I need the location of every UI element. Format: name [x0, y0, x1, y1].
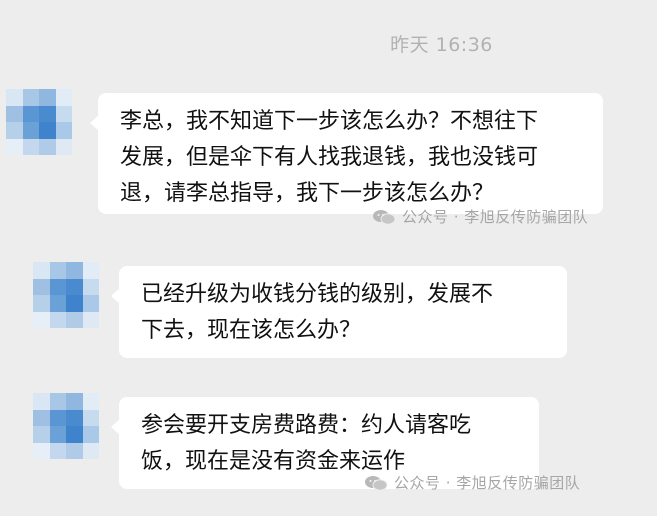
watermark: 公众号 · 李旭反传防骗团队: [364, 472, 580, 493]
wechat-official-account-icon: [373, 209, 396, 225]
message-text: 李总，我不知道下一步该怎么办？不想往下 发展，但是伞下有人找我退钱，我也没钱可 …: [120, 109, 539, 206]
watermark: 公众号 · 李旭反传防骗团队: [372, 206, 588, 227]
message-bubble[interactable]: 李总，我不知道下一步该怎么办？不想往下 发展，但是伞下有人找我退钱，我也没钱可 …: [90, 93, 603, 214]
watermark-text: 公众号 · 李旭反传防骗团队: [402, 208, 589, 226]
message-text: 已经升级为收钱分钱的级别，发展不 下去，现在该怎么办？: [141, 282, 494, 343]
wechat-official-account-icon: [365, 475, 388, 491]
message-bubble[interactable]: 已经升级为收钱分钱的级别，发展不 下去，现在该怎么办？: [111, 266, 567, 358]
watermark-text: 公众号 · 李旭反传防骗团队: [394, 474, 581, 492]
sender-avatar[interactable]: [6, 89, 72, 155]
message-timestamp: 昨天 16:36: [390, 34, 493, 56]
sender-avatar[interactable]: [33, 262, 99, 328]
sender-avatar[interactable]: [33, 393, 99, 459]
message-text: 参会要开支房费路费：约人请客吃 饭，现在是没有资金来运作: [141, 413, 472, 474]
